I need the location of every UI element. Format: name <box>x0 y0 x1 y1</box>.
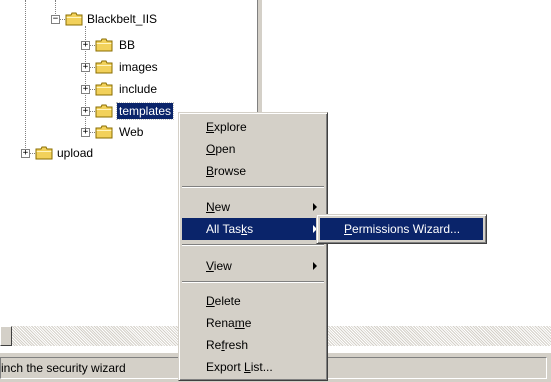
menu-separator <box>182 244 324 246</box>
folder-icon <box>65 12 83 26</box>
tree-item-upload[interactable]: upload <box>55 145 95 161</box>
menu-separator <box>182 186 324 188</box>
folder-icon <box>95 38 113 52</box>
menu-item-new[interactable]: New <box>182 196 324 218</box>
tree-line <box>55 0 56 14</box>
expand-toggle[interactable]: + <box>81 128 90 137</box>
menu-item-refresh[interactable]: Refresh <box>182 334 324 356</box>
scrollbar-thumb[interactable] <box>0 326 12 346</box>
menu-item-open[interactable]: Open <box>182 138 324 160</box>
expand-toggle[interactable]: + <box>81 85 90 94</box>
menu-item-all-tasks[interactable]: All Tasks <box>182 218 324 240</box>
context-menu: Explore Open Browse New All Tasks View D… <box>178 112 328 381</box>
all-tasks-submenu: Permissions Wizard... <box>316 214 487 244</box>
folder-icon <box>95 125 113 139</box>
folder-icon <box>95 82 113 96</box>
menu-item-rename[interactable]: Rename <box>182 312 324 334</box>
collapse-toggle[interactable]: − <box>51 15 60 24</box>
menu-item-export-list[interactable]: Export List... <box>182 356 324 378</box>
tree-item-blackbelt-iis[interactable]: Blackbelt_IIS <box>85 11 159 27</box>
expand-toggle[interactable]: + <box>81 41 90 50</box>
expand-toggle[interactable]: + <box>21 149 30 158</box>
submenu-arrow-icon <box>313 262 317 270</box>
folder-icon <box>95 60 113 74</box>
tree-item-images[interactable]: images <box>117 59 160 75</box>
status-panel-secondary <box>312 357 547 379</box>
folder-icon <box>35 146 53 160</box>
tree-item-include[interactable]: include <box>117 81 159 97</box>
tree-item-templates[interactable]: templates <box>115 102 175 120</box>
status-text: inch the security wizard <box>0 357 182 379</box>
expand-toggle[interactable]: + <box>81 107 90 116</box>
menu-item-view[interactable]: View <box>182 255 324 277</box>
menu-item-explore[interactable]: Explore <box>182 116 324 138</box>
menu-item-delete[interactable]: Delete <box>182 290 324 312</box>
folder-icon <box>95 104 113 118</box>
menu-item-permissions-wizard[interactable]: Permissions Wizard... <box>320 218 483 240</box>
tree-item-web[interactable]: Web <box>117 124 145 140</box>
menu-separator <box>182 281 324 283</box>
menu-item-browse[interactable]: Browse <box>182 160 324 182</box>
tree-item-bb[interactable]: BB <box>117 37 137 53</box>
expand-toggle[interactable]: + <box>81 63 90 72</box>
tree-line <box>25 0 26 150</box>
submenu-arrow-icon <box>313 203 317 211</box>
